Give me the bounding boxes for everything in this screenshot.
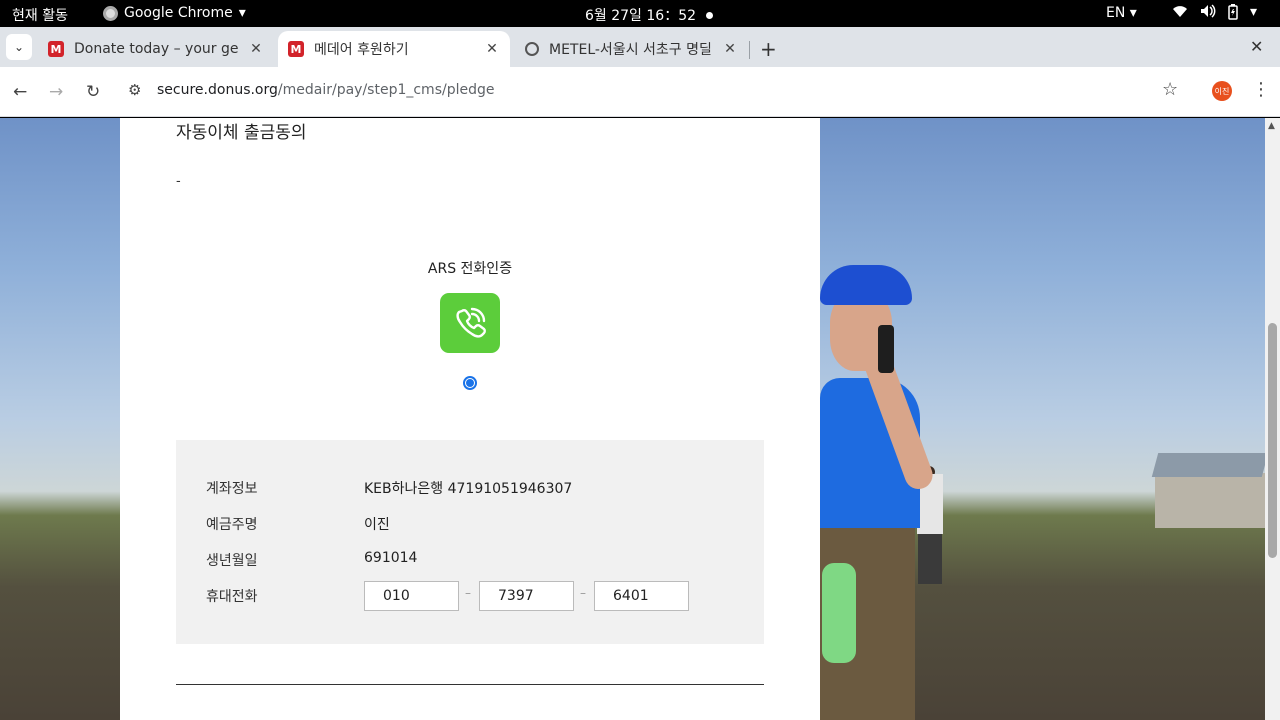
notification-dot-icon — [706, 11, 714, 19]
ars-auth-label: ARS 전화인증 — [427, 261, 513, 277]
forward-button[interactable]: → — [49, 82, 63, 102]
app-name: Google Chrome — [124, 5, 233, 21]
activities-button[interactable]: 현재 활동 — [12, 5, 68, 25]
phone-part-1-field[interactable]: 010 — [364, 581, 459, 611]
phone-separator: – — [465, 586, 471, 600]
tab-donate[interactable]: M Donate today – your ge ✕ — [38, 31, 274, 67]
tab-metel[interactable]: METEL-서울시 서초구 명딜 ✕ — [515, 31, 748, 67]
holder-name-label: 예금주명 — [206, 517, 258, 533]
chrome-icon — [103, 5, 118, 21]
tab-title: Donate today – your ge — [74, 41, 239, 57]
new-tab-button[interactable]: + — [760, 37, 777, 61]
chevron-down-icon: ▾ — [1129, 5, 1137, 21]
browser-toolbar: ← → ↻ ⚙ secure.donus.org/medair/pay/step… — [0, 67, 1280, 117]
background-aid-worker — [820, 263, 975, 720]
url-domain: secure.donus.org — [157, 82, 278, 98]
section-divider — [176, 684, 764, 685]
clock[interactable]: 6월 27일 16：52 — [585, 5, 714, 25]
phone-call-icon — [456, 307, 486, 338]
tab-search-button[interactable]: ⌄ — [6, 34, 32, 60]
system-status-area[interactable]: ▾ — [1172, 4, 1257, 24]
clock-text: 6월 27일 16：52 — [585, 8, 697, 24]
birthdate-label: 생년월일 — [206, 553, 258, 569]
reload-button[interactable]: ↻ — [86, 82, 100, 102]
profile-avatar[interactable]: 이진 — [1212, 81, 1232, 101]
phone-separator: – — [580, 586, 586, 600]
address-bar[interactable]: secure.donus.org/medair/pay/step1_cms/pl… — [157, 82, 494, 98]
background-hut — [1151, 453, 1269, 528]
language-indicator[interactable]: EN ▾ — [1106, 5, 1137, 21]
system-top-bar: 현재 활동 Google Chrome ▾ 6월 27일 16：52 EN ▾ … — [0, 0, 1280, 27]
phone-part-3-field[interactable]: 6401 — [594, 581, 689, 611]
scroll-up-arrow-icon[interactable]: ▲ — [1268, 121, 1275, 131]
close-icon[interactable]: ✕ — [722, 41, 738, 57]
mobile-phone-label: 휴대전화 — [206, 589, 258, 605]
ars-auth-button[interactable] — [440, 293, 500, 353]
bookmark-star-icon[interactable]: ☆ — [1162, 79, 1178, 100]
app-menu[interactable]: Google Chrome ▾ — [103, 5, 246, 21]
pledge-form-card: 자동이체 출금동의 - ARS 전화인증 계좌정보 KEB하나은행 471910… — [120, 118, 820, 720]
globe-icon — [525, 42, 539, 56]
holder-name-value: 이진 — [364, 517, 390, 533]
ars-auth-radio[interactable] — [463, 376, 477, 390]
section-heading: 자동이체 출금동의 — [176, 123, 307, 143]
phone-part-2-field[interactable]: 7397 — [479, 581, 574, 611]
tab-separator — [749, 41, 750, 59]
tab-medair-donation[interactable]: M 메데어 후원하기 ✕ — [278, 31, 510, 67]
page-scrollbar[interactable]: ▲ — [1265, 118, 1280, 720]
menu-kebab-icon[interactable]: ⋮ — [1252, 79, 1270, 100]
window-close-button[interactable]: ✕ — [1250, 37, 1263, 56]
close-icon[interactable]: ✕ — [248, 41, 264, 57]
account-info-label: 계좌정보 — [206, 481, 258, 497]
account-info-panel: 계좌정보 KEB하나은행 47191051946307 예금주명 이진 생년월일… — [176, 440, 764, 644]
medair-m-icon: M — [288, 41, 304, 57]
section-dash: - — [176, 174, 181, 189]
medair-m-icon: M — [48, 41, 64, 57]
volume-icon — [1200, 4, 1216, 24]
account-info-value: KEB하나은행 47191051946307 — [364, 481, 573, 497]
tab-strip: ⌄ M Donate today – your ge ✕ M 메데어 후원하기 … — [0, 27, 1280, 67]
battery-icon — [1228, 4, 1238, 24]
birthdate-value: 691014 — [364, 550, 418, 566]
chevron-down-icon: ⌄ — [13, 40, 25, 54]
wifi-icon — [1172, 4, 1188, 24]
close-icon[interactable]: ✕ — [484, 41, 500, 57]
site-info-icon[interactable]: ⚙ — [128, 81, 141, 99]
chevron-down-icon: ▾ — [238, 5, 246, 21]
tab-title: 메데어 후원하기 — [314, 42, 409, 58]
tab-title: METEL-서울시 서초구 명딜 — [549, 42, 712, 58]
chevron-down-icon: ▾ — [1250, 4, 1258, 20]
language-label: EN — [1106, 5, 1126, 21]
back-button[interactable]: ← — [13, 82, 27, 102]
scrollbar-thumb[interactable] — [1268, 323, 1277, 558]
page-viewport: 자동이체 출금동의 - ARS 전화인증 계좌정보 KEB하나은행 471910… — [0, 118, 1280, 720]
url-path: /medair/pay/step1_cms/pledge — [277, 82, 495, 98]
